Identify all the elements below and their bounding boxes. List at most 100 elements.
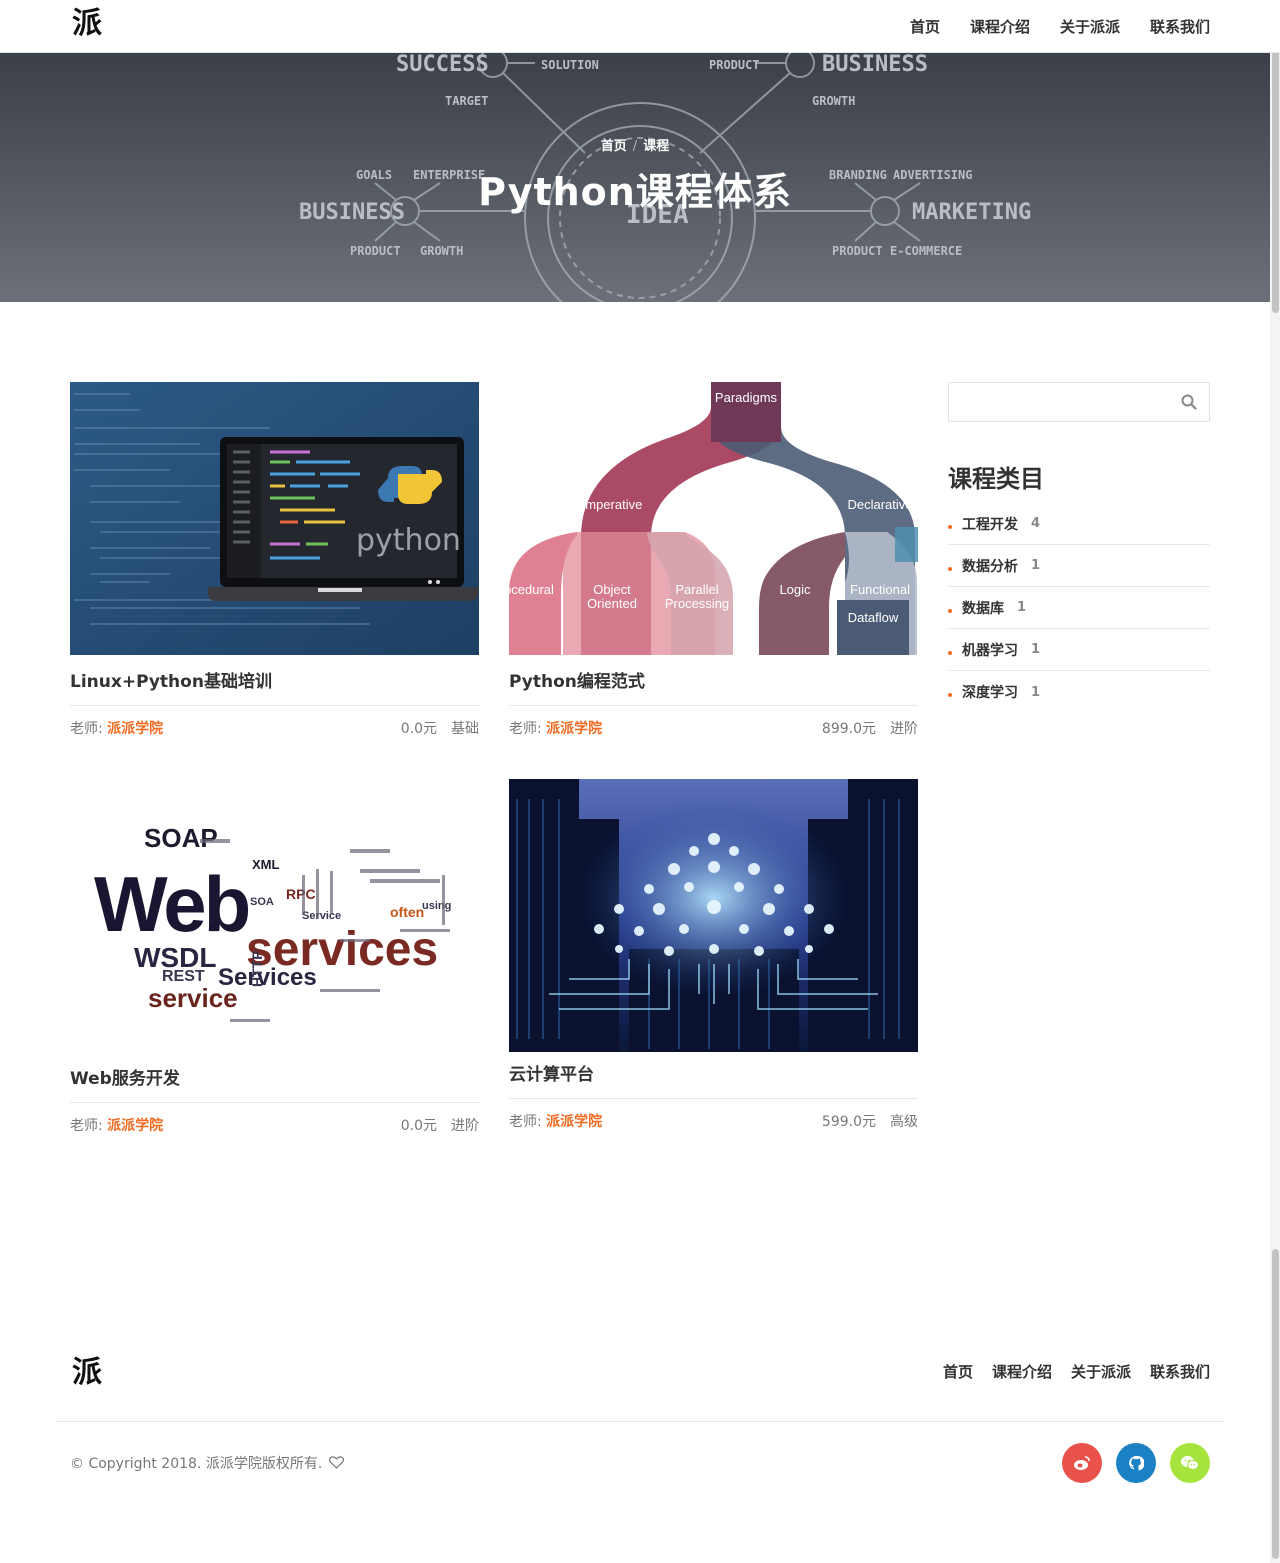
- category-item[interactable]: 深度学习 1: [948, 671, 1210, 713]
- teacher-link[interactable]: 派派学院: [546, 1114, 602, 1130]
- bg-word: PRODUCT: [709, 58, 760, 72]
- bullet-icon: [948, 524, 952, 529]
- footer-nav-home[interactable]: 首页: [943, 1361, 973, 1382]
- course-card: Paradigms Imperative Declarative ocedura…: [509, 382, 918, 738]
- course-image-web-services-wordcloud[interactable]: SOAP XML Web WSDL services REST Services…: [70, 779, 479, 1052]
- page-title: Python课程体系: [478, 170, 792, 214]
- wordcloud-word: Service: [302, 910, 341, 922]
- course-price-level: 0.0元 基础: [401, 718, 479, 738]
- course-teacher: 老师: 派派学院: [70, 1115, 163, 1135]
- course-image-paradigms-diagram[interactable]: Paradigms Imperative Declarative ocedura…: [509, 382, 918, 655]
- category-name: 深度学习: [962, 685, 1018, 701]
- category-name: 工程开发: [962, 516, 1018, 533]
- breadcrumb-current: 课程: [643, 139, 670, 154]
- footer-nav: 首页 课程介绍 关于派派 联系我们: [943, 1361, 1210, 1382]
- bullet-icon: [948, 650, 952, 655]
- course-card: 云计算平台 老师: 派派学院 599.0元 高级: [509, 779, 918, 1131]
- course-title[interactable]: Python编程范式: [509, 667, 918, 697]
- footer-logo[interactable]: 派: [72, 1358, 102, 1388]
- course-title[interactable]: 云计算平台: [509, 1060, 918, 1090]
- nav-about[interactable]: 关于派派: [1060, 16, 1120, 37]
- course-card: python Linux+Python基础培训 老师: 派派学院 0.0元 基础: [70, 382, 479, 738]
- category-item[interactable]: 机器学习 1: [948, 629, 1210, 671]
- teacher-label: 老师:: [70, 1118, 103, 1134]
- teacher-label: 老师:: [70, 721, 103, 737]
- nav-home[interactable]: 首页: [910, 16, 940, 37]
- footer-nav-about[interactable]: 关于派派: [1071, 1361, 1131, 1382]
- course-image-python-laptop[interactable]: python: [70, 382, 479, 655]
- heart-icon: [328, 1456, 344, 1469]
- breadcrumb-home[interactable]: 首页: [601, 139, 627, 154]
- course-meta: 老师: 派派学院 599.0元 高级: [509, 1098, 918, 1131]
- course-image-cloud-datacenter[interactable]: [509, 779, 918, 1052]
- teacher-label: 老师:: [509, 1114, 542, 1130]
- github-icon[interactable]: [1116, 1443, 1156, 1483]
- category-item[interactable]: 数据库 1: [948, 587, 1210, 629]
- course-level: 高级: [890, 1114, 918, 1130]
- nav-contact[interactable]: 联系我们: [1150, 16, 1210, 37]
- bg-word: PRODUCT: [832, 244, 883, 258]
- diagram-label: Imperative: [582, 497, 643, 512]
- teacher-link[interactable]: 派派学院: [546, 721, 602, 737]
- course-meta: 老师: 派派学院 0.0元 进阶: [70, 1102, 479, 1135]
- nav-courses[interactable]: 课程介绍: [970, 16, 1030, 37]
- copyright-text: © Copyright 2018. 派派学院版权所有.: [70, 1456, 323, 1472]
- category-name: 数据库: [962, 600, 1004, 617]
- diagram-label: Logic: [779, 582, 811, 597]
- bg-word: SOLUTION: [541, 58, 599, 72]
- page-scrollbar[interactable]: [1270, 0, 1280, 1563]
- course-level: 基础: [451, 721, 479, 737]
- course-teacher: 老师: 派派学院: [70, 718, 163, 738]
- top-navbar: 派 首页 课程介绍 关于派派 联系我们: [0, 0, 1280, 53]
- wordcloud-word: service: [148, 983, 238, 1013]
- breadcrumb-separator: /: [632, 139, 638, 154]
- weibo-icon[interactable]: [1062, 1443, 1102, 1483]
- category-item[interactable]: 数据分析 1: [948, 545, 1210, 587]
- teacher-link[interactable]: 派派学院: [107, 1118, 163, 1134]
- category-name: 数据分析: [962, 558, 1018, 575]
- course-title[interactable]: Linux+Python基础培训: [70, 667, 479, 697]
- footer-nav-courses[interactable]: 课程介绍: [992, 1361, 1052, 1382]
- search-input[interactable]: [949, 383, 1169, 421]
- course-price: 899.0元: [821, 721, 876, 737]
- bullet-icon: [948, 566, 952, 571]
- footer-nav-contact[interactable]: 联系我们: [1150, 1361, 1210, 1382]
- teacher-link[interactable]: 派派学院: [107, 721, 163, 737]
- python-logo-text: python: [356, 523, 461, 558]
- diagram-label: Declarative: [847, 497, 912, 512]
- wordcloud-word: often: [390, 904, 424, 920]
- wordcloud-word: RPC: [286, 886, 316, 902]
- bg-word: E-COMMERCE: [890, 244, 962, 258]
- site-logo[interactable]: 派: [72, 9, 102, 39]
- diagram-label: Dataflow: [848, 610, 899, 625]
- search-icon[interactable]: [1181, 394, 1197, 410]
- course-card: SOAP XML Web WSDL services REST Services…: [70, 779, 479, 1135]
- course-meta: 老师: 派派学院 899.0元 进阶: [509, 705, 918, 738]
- bg-word: SUCCESS: [396, 53, 489, 77]
- course-teacher: 老师: 派派学院: [509, 718, 602, 738]
- diagram-label: Oriented: [587, 596, 637, 611]
- course-price: 599.0元: [821, 1114, 876, 1130]
- category-count: 1: [1031, 684, 1041, 700]
- category-name: 机器学习: [962, 642, 1018, 659]
- diagram-label: Paradigms: [715, 390, 778, 405]
- diagram-label: Object: [593, 582, 631, 597]
- course-title[interactable]: Web服务开发: [70, 1064, 479, 1094]
- category-count: 1: [1031, 642, 1041, 657]
- wordcloud-word: XML: [252, 857, 280, 872]
- bg-word: TARGET: [445, 94, 488, 108]
- diagram-label: Functional: [850, 582, 910, 597]
- bg-word: BUSINESS: [822, 53, 928, 77]
- course-level: 进阶: [451, 1118, 479, 1134]
- page-hero: SUCCESS SOLUTION PRODUCT BUSINESS TARGET…: [0, 53, 1270, 302]
- main-nav: 首页 课程介绍 关于派派 联系我们: [910, 16, 1210, 37]
- scrollbar-thumb[interactable]: [1272, 1249, 1279, 1559]
- wordcloud-word: Web: [94, 860, 249, 948]
- copyright: © Copyright 2018. 派派学院版权所有.: [70, 1453, 344, 1473]
- wordcloud-word: using: [422, 900, 451, 912]
- wordcloud-word: SOA: [250, 896, 274, 908]
- teacher-label: 老师:: [509, 721, 542, 737]
- breadcrumb: 首页 / 课程: [0, 135, 1270, 154]
- category-item[interactable]: 工程开发 4: [948, 503, 1210, 545]
- wechat-icon[interactable]: [1170, 1443, 1210, 1483]
